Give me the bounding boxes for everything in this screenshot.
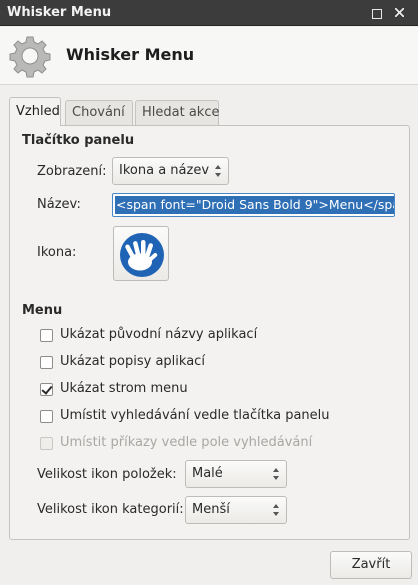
option-commands-next-to-search-label: Umístit příkazy vedle pole vyhledávání <box>60 435 313 450</box>
checkbox-commands-next-to-search <box>40 437 53 450</box>
display-combo[interactable]: Ikona a název <box>112 157 229 185</box>
icon-chooser-button[interactable] <box>113 226 169 281</box>
icon-label: Ikona: <box>37 245 77 260</box>
checkbox-menu-hierarchy[interactable] <box>40 383 53 396</box>
item-icon-size-label: Velikost ikon položek: <box>37 467 177 482</box>
name-label: Název: <box>37 197 81 212</box>
menu-section-title: Menu <box>22 303 63 318</box>
combo-arrows-icon <box>273 504 280 516</box>
category-icon-size-label: Velikost ikon kategorií: <box>37 502 184 517</box>
xubuntu-logo-icon <box>120 233 164 277</box>
close-icon[interactable] <box>391 5 407 21</box>
category-icon-size-value: Menší <box>192 502 230 517</box>
name-input[interactable]: <span font="Droid Sans Bold 9">Menu</spa… <box>112 193 395 217</box>
item-icon-size-value: Malé <box>192 466 223 481</box>
option-descriptions-label: Ukázat popisy aplikací <box>60 354 205 369</box>
window-title: Whisker Menu <box>7 5 112 20</box>
tab-search-actions[interactable]: Hledat akce <box>135 100 219 125</box>
combo-arrows-icon <box>215 165 222 177</box>
tab-behavior[interactable]: Chování <box>65 100 133 125</box>
checkbox-descriptions[interactable] <box>40 356 53 369</box>
item-icon-size-combo[interactable]: Malé <box>185 460 287 488</box>
display-combo-value: Ikona a název <box>119 163 210 178</box>
checkbox-search-next-to-button[interactable] <box>40 410 53 423</box>
maximize-icon[interactable] <box>369 5 385 21</box>
tab-appearance[interactable]: Vzhled <box>9 97 61 126</box>
option-generic-names-label: Ukázat původní názvy aplikací <box>60 327 258 342</box>
dialog-header: Whisker Menu <box>0 27 418 85</box>
panel-button-section-title: Tlačítko panelu <box>22 133 135 148</box>
option-search-next-to-button-label: Umístit vyhledávání vedle tlačítka panel… <box>60 408 330 423</box>
option-menu-hierarchy-label: Ukázat strom menu <box>60 381 188 396</box>
window-titlebar: Whisker Menu <box>0 0 418 26</box>
dialog-title: Whisker Menu <box>66 45 195 64</box>
close-button[interactable]: Zavřít <box>330 551 412 579</box>
category-icon-size-combo[interactable]: Menší <box>185 496 287 524</box>
checkbox-generic-names[interactable] <box>40 329 53 342</box>
display-label: Zobrazení: <box>37 164 107 179</box>
name-input-value: <span font="Droid Sans Bold 9">Menu</spa… <box>115 196 394 214</box>
combo-arrows-icon <box>273 468 280 480</box>
gear-icon <box>9 36 51 78</box>
